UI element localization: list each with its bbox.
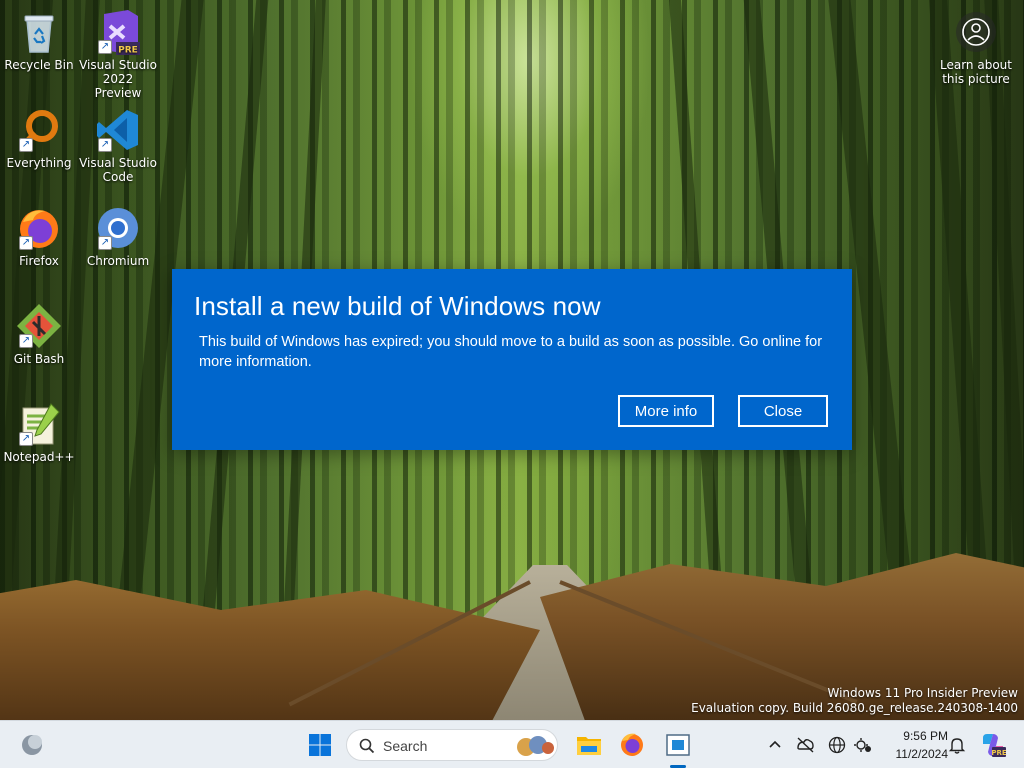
desktop-icon-visual-studio-code[interactable]: ↗ Visual Studio Code bbox=[78, 106, 158, 184]
git-bash-icon: ↗ bbox=[15, 302, 63, 350]
desktop-icon-visual-studio-2022-preview[interactable]: PRE ↗ Visual Studio 2022 Preview bbox=[78, 8, 158, 100]
firefox-icon: ↗ bbox=[15, 204, 63, 252]
desktop-icon-chromium[interactable]: ↗ Chromium bbox=[78, 204, 158, 268]
shortcut-arrow-icon: ↗ bbox=[19, 334, 33, 348]
camera-info-icon bbox=[956, 12, 996, 52]
visual-studio-icon: PRE ↗ bbox=[94, 8, 142, 56]
more-info-button[interactable]: More info bbox=[618, 395, 714, 427]
shortcut-arrow-icon: ↗ bbox=[98, 236, 112, 250]
desktop-icon-notepad-plus-plus[interactable]: ↗ Notepad++ bbox=[0, 400, 79, 464]
taskbar-clock[interactable]: 9:56 PM 11/2/2024 bbox=[876, 727, 949, 763]
desktop-icon-label: Git Bash bbox=[13, 352, 65, 366]
svg-text:PRE: PRE bbox=[991, 749, 1007, 757]
active-app-icon[interactable] bbox=[662, 729, 694, 761]
clock-date: 11/2/2024 bbox=[895, 747, 949, 761]
dialog-title: Install a new build of Windows now bbox=[194, 291, 601, 321]
dialog-message: This build of Windows has expired; you s… bbox=[199, 334, 823, 370]
copilot-icon[interactable]: PRE bbox=[978, 730, 1008, 760]
search-highlight-icon bbox=[517, 736, 554, 756]
search-icon bbox=[359, 738, 375, 754]
desktop-icon-label: Notepad++ bbox=[3, 450, 75, 464]
desktop-icon-label: Visual Studio 2022 Preview bbox=[79, 58, 157, 100]
everything-search-icon: ↗ bbox=[15, 106, 63, 154]
notification-bell-icon[interactable] bbox=[946, 734, 968, 756]
build-watermark: Windows 11 Pro Insider Preview Evaluatio… bbox=[691, 686, 1018, 716]
desktop-icon-label: Chromium bbox=[86, 254, 150, 268]
notepad-plus-plus-icon: ↗ bbox=[15, 400, 63, 448]
learn-about-this-picture[interactable]: Learn about this picture bbox=[936, 10, 1016, 86]
close-button[interactable]: Close bbox=[738, 395, 828, 427]
shortcut-arrow-icon: ↗ bbox=[98, 138, 112, 152]
shortcut-arrow-icon: ↗ bbox=[19, 138, 33, 152]
vscode-icon: ↗ bbox=[94, 106, 142, 154]
file-explorer-icon[interactable] bbox=[573, 729, 605, 761]
chevron-up-icon[interactable] bbox=[764, 734, 786, 756]
clock-time: 9:56 PM bbox=[903, 729, 948, 743]
desktop-icon-everything[interactable]: ↗ Everything bbox=[0, 106, 79, 170]
search-placeholder: Search bbox=[383, 738, 428, 754]
desktop-icon-label: Firefox bbox=[19, 254, 59, 268]
widgets-icon[interactable] bbox=[16, 729, 48, 761]
watermark-edition: Windows 11 Pro Insider Preview bbox=[827, 686, 1018, 700]
taskbar-search-box[interactable]: Search bbox=[346, 729, 558, 761]
desktop-icon-firefox[interactable]: ↗ Firefox bbox=[0, 204, 79, 268]
desktop-icon-label: Visual Studio Code bbox=[79, 156, 157, 184]
desktop-icon-label: Recycle Bin bbox=[4, 58, 74, 72]
shortcut-arrow-icon: ↗ bbox=[19, 236, 33, 250]
shortcut-arrow-icon: ↗ bbox=[98, 40, 112, 54]
network-off-icon[interactable] bbox=[794, 734, 816, 756]
watermark-build: Evaluation copy. Build 26080.ge_release.… bbox=[691, 701, 1018, 715]
build-expired-dialog: Install a new build of Windows now This … bbox=[172, 269, 852, 450]
desktop-icon-git-bash[interactable]: ↗ Git Bash bbox=[0, 302, 79, 366]
recycle-bin-icon bbox=[15, 8, 63, 56]
globe-icon[interactable] bbox=[826, 734, 848, 756]
chromium-icon: ↗ bbox=[94, 204, 142, 252]
desktop-icon-label: Everything bbox=[6, 156, 72, 170]
shortcut-arrow-icon: ↗ bbox=[19, 432, 33, 446]
settings-sync-icon[interactable] bbox=[852, 734, 874, 756]
learn-about-label: Learn about this picture bbox=[940, 58, 1012, 86]
desktop-icon-recycle-bin[interactable]: Recycle Bin bbox=[0, 8, 79, 72]
taskbar: Search 9:56 PM 11/2/2024 PRE bbox=[0, 720, 1024, 768]
pre-badge: PRE bbox=[118, 46, 138, 56]
start-icon[interactable] bbox=[304, 729, 336, 761]
firefox-taskbar-icon[interactable] bbox=[616, 729, 648, 761]
